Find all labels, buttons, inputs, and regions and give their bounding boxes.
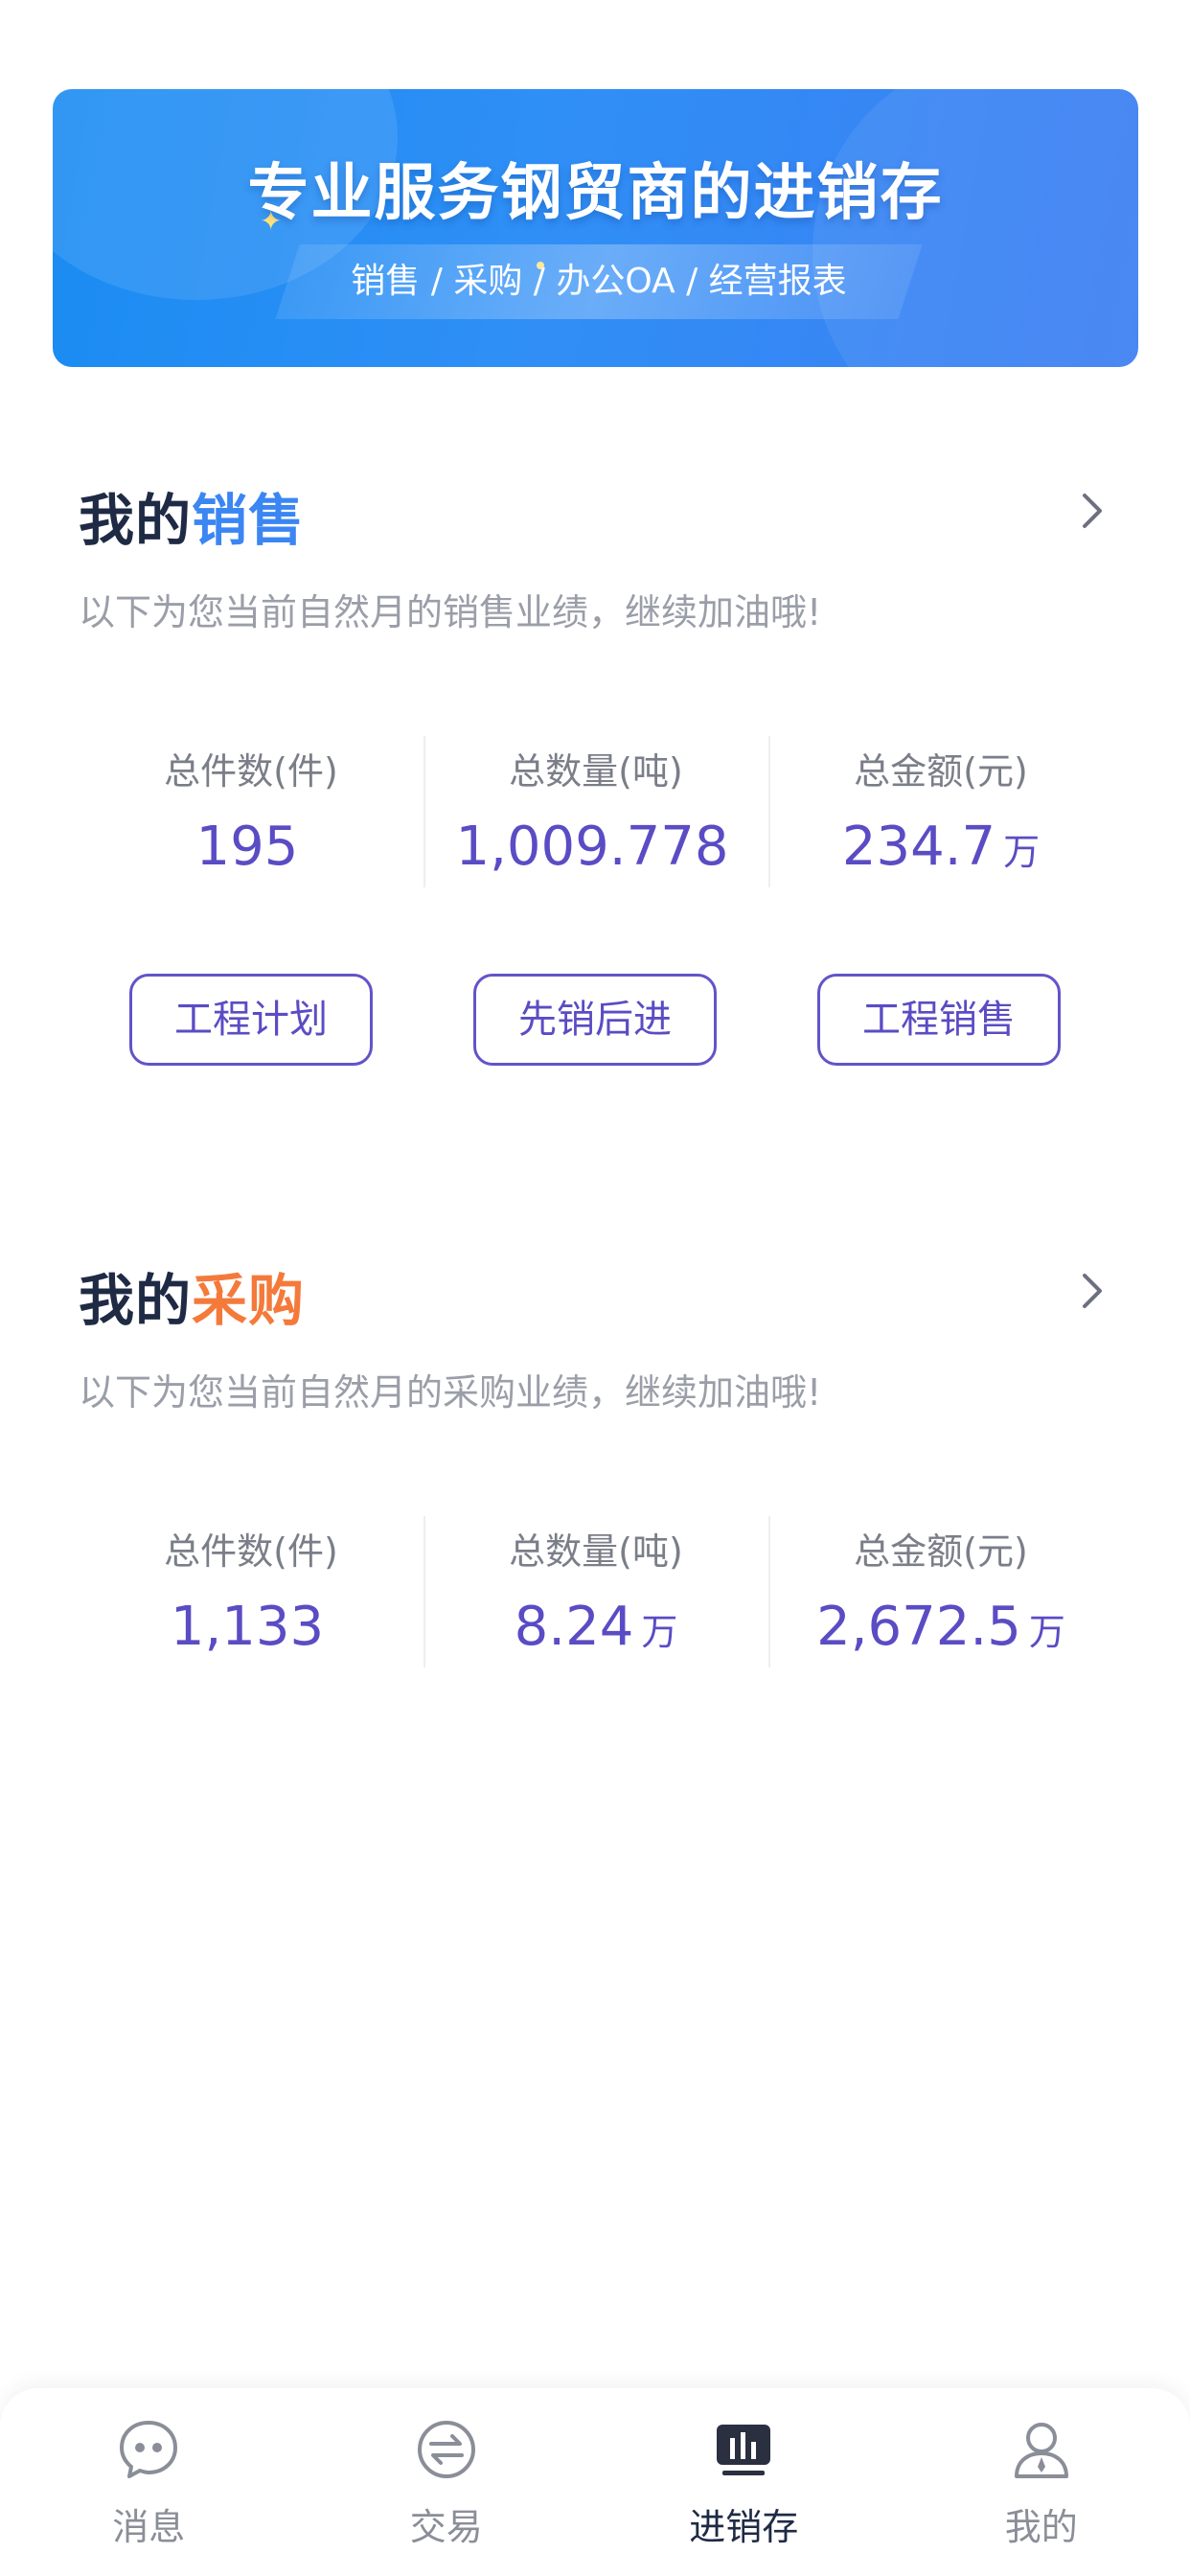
purchase-section-title: 我的采购 (79, 1255, 305, 1336)
purchase-stat-amount[interactable]: 总金额(元) 2,672.5 万 (768, 1516, 1113, 1669)
stat-number: 8.24 (514, 1596, 634, 1658)
sales-stat-pieces[interactable]: 总件数(件) 195 (79, 736, 423, 889)
purchase-stat-quantity[interactable]: 总数量(吨) 8.24 万 (423, 1516, 768, 1669)
tab-label: 我的 (1004, 2506, 1078, 2548)
bottom-tab-bar: 消息 交易 进销存 我的 (0, 2388, 1190, 2576)
stat-number: 195 (195, 816, 299, 878)
stat-unit: 万 (1028, 1611, 1065, 1653)
stat-value: 1,133 (79, 1596, 423, 1658)
sales-description: 以下为您当前自然月的销售业绩，继续加油哦! (79, 591, 822, 633)
stat-label: 总件数(件) (164, 1530, 338, 1573)
sales-stats: 总件数(件) 195 总数量(吨) 1,009.778 总金额(元) 234.7… (79, 736, 1113, 889)
message-icon (120, 2421, 178, 2478)
profile-icon (1014, 2423, 1068, 2478)
project-sales-button[interactable]: 工程销售 (817, 974, 1061, 1066)
tab-label: 消息 (112, 2506, 186, 2548)
purchase-stat-pieces[interactable]: 总件数(件) 1,133 (79, 1516, 423, 1669)
sales-stat-quantity[interactable]: 总数量(吨) 1,009.778 (423, 736, 768, 889)
stat-label: 总数量(吨) (509, 1530, 683, 1573)
stat-unit: 万 (641, 1611, 678, 1653)
purchase-title-prefix: 我的 (79, 1268, 193, 1333)
stat-number: 1,133 (170, 1596, 325, 1658)
purchase-description: 以下为您当前自然月的采购业绩，继续加油哦! (79, 1371, 822, 1414)
stat-label: 总数量(吨) (509, 750, 683, 793)
sales-title-prefix: 我的 (79, 488, 193, 553)
purchase-title-accent: 采购 (192, 1268, 306, 1333)
stat-number: 1,009.778 (455, 816, 729, 878)
stat-label: 总件数(件) (164, 750, 338, 793)
stat-value: 8.24 万 (423, 1596, 768, 1658)
stat-unit: 万 (1003, 831, 1041, 873)
inventory-chart-icon (717, 2425, 771, 2475)
stat-value: 2,672.5 万 (768, 1596, 1113, 1658)
sales-title-accent: 销售 (192, 488, 306, 553)
stat-number: 2,672.5 (816, 1596, 1021, 1658)
stat-label: 总金额(元) (854, 1530, 1028, 1573)
banner-title: 专业服务钢贸商的进销存 (247, 158, 944, 229)
stat-number: 234.7 (841, 816, 996, 878)
sales-section-title: 我的销售 (79, 475, 305, 556)
project-plan-button[interactable]: 工程计划 (129, 974, 373, 1066)
chevron-right-icon[interactable] (1073, 1264, 1111, 1318)
tab-label: 交易 (409, 2506, 483, 2548)
purchase-stats: 总件数(件) 1,133 总数量(吨) 8.24 万 总金额(元) 2,672.5… (79, 1516, 1113, 1669)
stat-value: 1,009.778 (423, 816, 768, 878)
exchange-icon (417, 2421, 475, 2478)
stat-value: 234.7 万 (768, 816, 1113, 878)
sales-stat-amount[interactable]: 总金额(元) 234.7 万 (768, 736, 1113, 889)
chevron-right-icon[interactable] (1073, 484, 1111, 538)
tab-inventory[interactable]: 进销存 (595, 2388, 893, 2576)
banner-subtitle: 销售 / 采购 / 办公OA / 经营报表 (351, 262, 847, 301)
tab-profile[interactable]: 我的 (893, 2388, 1190, 2576)
stat-label: 总金额(元) (854, 750, 1028, 793)
tab-messages[interactable]: 消息 (0, 2388, 298, 2576)
stat-value: 195 (79, 816, 423, 878)
tab-trade[interactable]: 交易 (298, 2388, 596, 2576)
sell-then-purchase-button[interactable]: 先销后进 (473, 974, 717, 1066)
tab-label: 进销存 (689, 2506, 799, 2548)
